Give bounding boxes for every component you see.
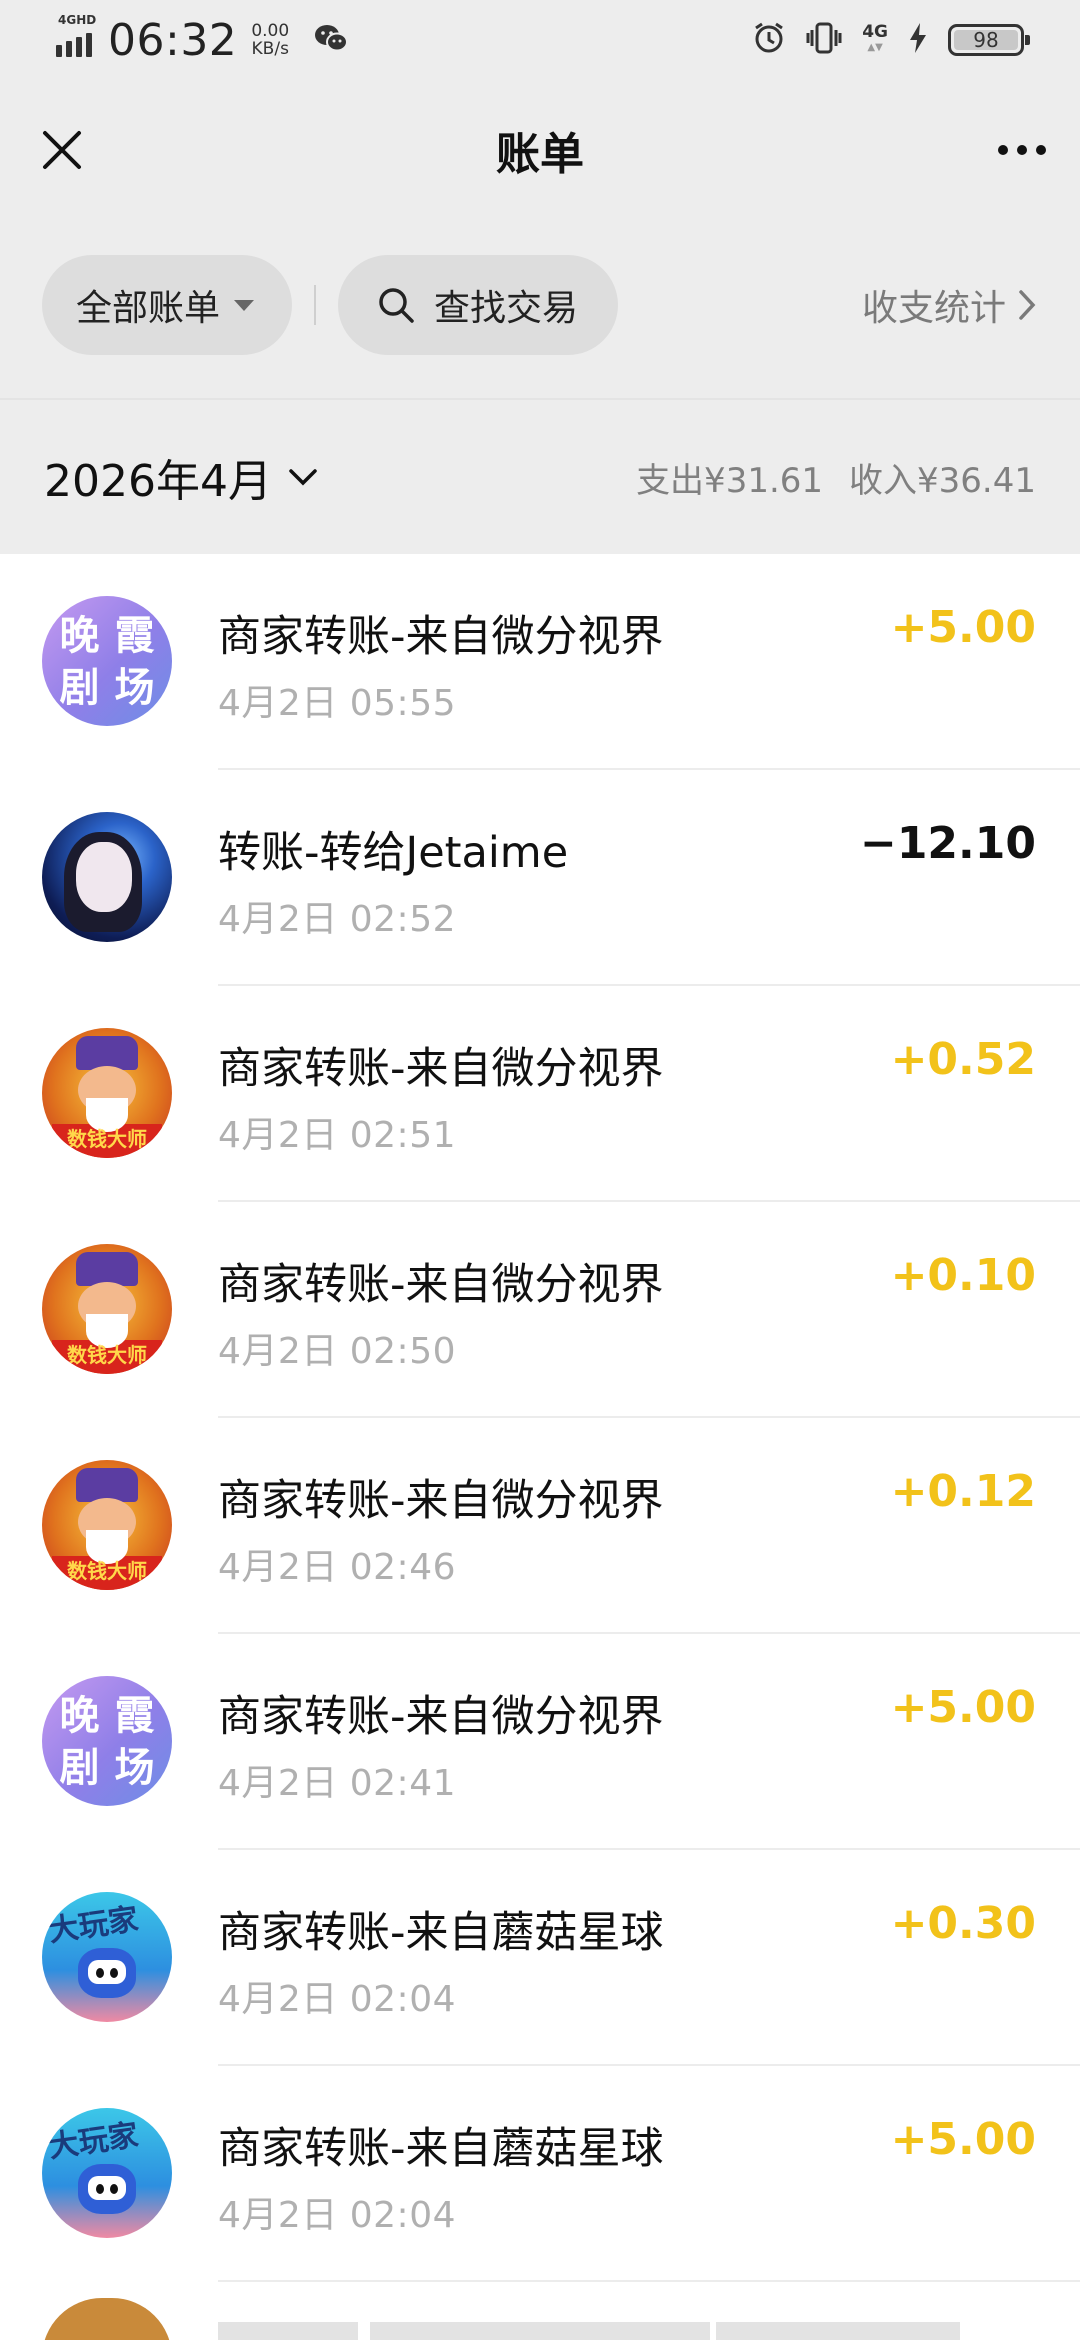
- wechat-icon: [313, 23, 349, 57]
- avatar-caption: 大玩家: [46, 1901, 141, 1950]
- transaction-row[interactable]: 数钱大师 商家转账-来自微分视界 4月2日 02:51 +0.52: [0, 986, 1080, 1202]
- transaction-list: 晚 霞 剧 场 商家转账-来自微分视界 4月2日 05:55 +5.00 转账-…: [0, 554, 1080, 2340]
- filter-bar: 全部账单 查找交易 收支统计: [42, 255, 1038, 355]
- transaction-name: 转账-转给Jetaime: [218, 828, 569, 878]
- transaction-time: 4月2日 02:04: [218, 2195, 456, 2236]
- status-bar: 4GHD 06:32 0.00 KB/s 4G ▲▼ 98: [0, 0, 1080, 80]
- avatar-char: 晚: [59, 613, 100, 659]
- battery-indicator: 98: [948, 24, 1030, 56]
- merchant-avatar: 数钱大师: [42, 1460, 172, 1590]
- transaction-row[interactable]: 大玩家 商家转账-来自蘑菇星球 4月2日 02:04 +5.00: [0, 2066, 1080, 2282]
- more-button[interactable]: [990, 118, 1054, 182]
- speed-value: 0.00: [251, 21, 290, 41]
- merchant-avatar: 数钱大师: [42, 1028, 172, 1158]
- network-type: 4G ▲▼: [862, 22, 888, 54]
- expense-total: 支出¥31.61: [636, 460, 824, 501]
- partial-row-text: [218, 2322, 358, 2340]
- avatar-char: 霞: [114, 1693, 155, 1739]
- merchant-avatar: 晚 霞 剧 场: [42, 596, 172, 726]
- avatar-char: 场: [114, 665, 155, 711]
- avatar-char: 剧: [59, 665, 100, 711]
- avatar-char: 场: [114, 1745, 155, 1791]
- transaction-name: 商家转账-来自微分视界: [218, 1476, 664, 1526]
- avatar-char: 霞: [114, 613, 155, 659]
- partial-row-text: [370, 2322, 710, 2340]
- search-icon: [379, 288, 414, 323]
- transaction-row[interactable]: 晚 霞 剧 场 商家转账-来自微分视界 4月2日 05:55 +5.00: [0, 554, 1080, 770]
- transaction-row[interactable]: 转账-转给Jetaime 4月2日 02:52 −12.10: [0, 770, 1080, 986]
- avatar-caption: 大玩家: [46, 2117, 141, 2166]
- transaction-row[interactable]: 晚 霞 剧 场 商家转账-来自微分视界 4月2日 02:41 +5.00: [0, 1634, 1080, 1850]
- transaction-time: 4月2日 05:55: [218, 683, 456, 724]
- page-title: 账单: [496, 129, 584, 180]
- avatar-caption: 数钱大师: [67, 1559, 147, 1583]
- all-bills-label: 全部账单: [76, 288, 221, 329]
- transaction-name: 商家转账-来自蘑菇星球: [218, 2124, 664, 2174]
- network-tag: 4GHD: [58, 13, 97, 27]
- transaction-amount: +0.10: [890, 1250, 1036, 1301]
- avatar-char: 晚: [59, 1693, 100, 1739]
- transaction-time: 4月2日 02:50: [218, 1331, 456, 1372]
- avatar-caption: 数钱大师: [67, 1127, 147, 1151]
- all-bills-dropdown[interactable]: 全部账单: [42, 255, 292, 355]
- transaction-amount: +0.52: [890, 1034, 1036, 1085]
- contact-avatar: [42, 812, 172, 942]
- stats-label: 收支统计: [861, 288, 1006, 329]
- vibrate-icon: [806, 21, 842, 59]
- month-totals: 支出¥31.61 收入¥36.41: [636, 453, 1036, 502]
- chevron-right-icon: [1019, 290, 1036, 320]
- month-summary: 2026年4月 支出¥31.61 收入¥36.41: [0, 398, 1080, 554]
- net-type-label: 4G: [862, 22, 888, 42]
- transaction-name: 商家转账-来自微分视界: [218, 1692, 664, 1742]
- transaction-row[interactable]: 数钱大师 商家转账-来自微分视界 4月2日 02:50 +0.10: [0, 1202, 1080, 1418]
- transaction-row[interactable]: 数钱大师 商家转账-来自微分视界 4月2日 02:46 +0.12: [0, 1418, 1080, 1634]
- signal-icon: 4GHD: [56, 13, 96, 57]
- transaction-amount: −12.10: [859, 818, 1036, 869]
- transaction-amount: +5.00: [890, 602, 1036, 653]
- avatar-caption: 数钱大师: [67, 1343, 147, 1367]
- transaction-time: 4月2日 02:51: [218, 1115, 456, 1156]
- transaction-time: 4月2日 02:41: [218, 1763, 456, 1804]
- close-icon: [43, 131, 81, 169]
- month-label: 2026年4月: [44, 456, 272, 507]
- transaction-name: 商家转账-来自微分视界: [218, 612, 664, 662]
- transaction-time: 4月2日 02:52: [218, 899, 456, 940]
- merchant-avatar: 大玩家: [42, 1892, 172, 2022]
- row-divider: [218, 2280, 1080, 2282]
- transaction-amount: +5.00: [890, 1682, 1036, 1733]
- transaction-time: 4月2日 02:46: [218, 1547, 456, 1588]
- merchant-avatar: 数钱大师: [42, 1244, 172, 1374]
- avatar-char: 剧: [59, 1745, 100, 1791]
- merchant-avatar: 大玩家: [42, 2108, 172, 2238]
- transaction-row[interactable]: 大玩家 商家转账-来自蘑菇星球 4月2日 02:04 +0.30: [0, 1850, 1080, 2066]
- transaction-name: 商家转账-来自蘑菇星球: [218, 1908, 664, 1958]
- transaction-amount: +5.00: [890, 2114, 1036, 2165]
- close-button[interactable]: [30, 118, 94, 182]
- merchant-avatar: 晚 霞 剧 场: [42, 1676, 172, 1806]
- transaction-name: 商家转账-来自微分视界: [218, 1044, 664, 1094]
- transaction-amount: +0.12: [890, 1466, 1036, 1517]
- more-icon: [998, 145, 1008, 155]
- transaction-time: 4月2日 02:04: [218, 1979, 456, 2020]
- network-speed: 0.00 KB/s: [251, 22, 289, 58]
- charging-icon: [908, 22, 928, 58]
- chevron-down-icon: [289, 469, 317, 486]
- transaction-amount: +0.30: [890, 1898, 1036, 1949]
- income-total: 收入¥36.41: [849, 460, 1036, 501]
- partial-row-text: [716, 2322, 960, 2340]
- battery-level: 98: [973, 28, 999, 52]
- filter-divider: [314, 285, 316, 325]
- speed-unit: KB/s: [251, 39, 289, 59]
- stats-link[interactable]: 收支统计: [862, 279, 1038, 331]
- search-transactions-button[interactable]: 查找交易: [338, 255, 618, 355]
- caret-down-icon: [234, 299, 255, 311]
- title-bar: 账单: [0, 80, 1080, 220]
- partial-avatar: [42, 2298, 172, 2340]
- clock: 06:32: [108, 14, 238, 66]
- alarm-icon: [752, 21, 786, 59]
- transaction-name: 商家转账-来自微分视界: [218, 1260, 664, 1310]
- search-label: 查找交易: [434, 288, 579, 329]
- month-selector[interactable]: 2026年4月: [44, 445, 318, 509]
